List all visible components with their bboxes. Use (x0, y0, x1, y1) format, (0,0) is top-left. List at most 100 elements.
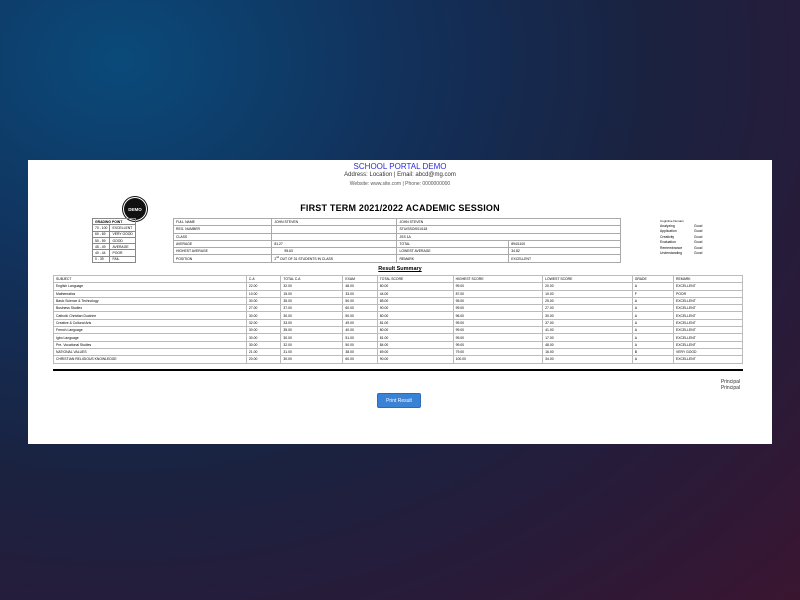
table-row: Basic Science & Technology 30.00 35.00 50.0… (53, 296, 743, 306)
cell-highest-score: 99.00 (452, 304, 544, 313)
cell-highest-score: 79.00 (452, 347, 544, 357)
class-empty (271, 232, 398, 241)
grading-row: 0 - 39 FAIL (91, 255, 136, 264)
principal-signature: Principal Principal (721, 379, 740, 391)
cell-lowest-score: 16.00 (542, 347, 633, 357)
cell-lowest-score: 20.00 (542, 282, 633, 291)
col-lowest-score: LOWEST SCORE (542, 274, 633, 284)
remark-label: REMARK (396, 254, 510, 263)
cell-total-ca: 32.00 (280, 340, 344, 349)
results-header-row: SUBJECT C.A TOTAL C.A EXAM TOTAL SCORE H… (53, 274, 743, 284)
cognitive-table: Cognitive Domain Analyzing Good Applicati… (658, 218, 708, 256)
total-value: 894/1100 (508, 239, 621, 249)
cell-total-ca: 35.00 (280, 296, 344, 306)
highest-average-value: 95.63 (271, 247, 398, 256)
cell-lowest-score: 34.00 (542, 355, 633, 364)
cell-total-ca: 15.00 (280, 289, 344, 298)
table-row: Mathematics 10.00 15.00 33.00 44.00 87.00 10.0… (53, 289, 743, 298)
col-exam: EXAM (342, 274, 378, 284)
lowest-average-label: LOWEST AVERAGE (396, 247, 510, 256)
cell-subject: Mathematics (53, 289, 247, 298)
position-suffix: nd (276, 256, 279, 260)
results-divider (53, 369, 743, 371)
cell-total-ca: 33.00 (280, 318, 344, 328)
cell-total-ca: 32.00 (280, 282, 344, 291)
cell-lowest-score: 30.00 (542, 311, 633, 320)
position-text: OUT OF 31 STUDENTS IN CLASS (279, 257, 334, 262)
cell-total-ca: 31.00 (280, 347, 344, 357)
cell-ca: 30.00 (245, 333, 282, 342)
cell-total-score: 84.00 (376, 340, 454, 349)
cell-total-score: 44.00 (376, 289, 454, 298)
cell-lowest-score: 37.00 (542, 318, 633, 328)
cell-exam: 38.00 (342, 347, 378, 357)
result-summary-title: Result Summary (378, 266, 422, 272)
cell-subject: CHRISTIAN RELIGIOUS KNOWLEDGE (53, 355, 247, 364)
reg-value: STU/SSO/001/118 (396, 225, 621, 234)
cell-total-score: 81.00 (376, 333, 454, 342)
cell-grade: A (631, 318, 675, 328)
cell-subject: Pre- Vocational Studies (53, 340, 247, 349)
cell-total-ca: 30.00 (280, 355, 344, 364)
position-label: POSITION (172, 254, 273, 263)
cell-grade: F (631, 289, 675, 298)
cell-highest-score: 99.00 (452, 318, 544, 328)
print-result-button[interactable]: Print Result (377, 393, 421, 408)
cell-remark: EXCELLENT (673, 333, 743, 342)
cell-grade: A (631, 282, 675, 291)
grading-range: 0 - 39 (91, 255, 111, 264)
grading-table: GRADING POINT 70 - 100 EXCELLENT 60 - 69 V… (91, 217, 136, 264)
full-name-value-2: JOHN STEVEN (396, 217, 621, 227)
table-row: French Language 30.00 35.00 40.00 80.00 99.00… (53, 326, 743, 335)
cell-lowest-score: 48.00 (542, 340, 633, 349)
cell-subject: Basic Science & Technology (53, 296, 247, 306)
cell-exam: 33.00 (342, 289, 378, 298)
cell-exam: 60.00 (342, 355, 378, 364)
cell-exam: 50.00 (342, 311, 378, 320)
cell-grade: A (631, 304, 675, 313)
cell-highest-score: 100.00 (452, 355, 544, 364)
cognitive-skill: Understanding (660, 251, 683, 256)
cell-highest-score: 99.00 (452, 326, 544, 335)
cell-total-ca: 37.00 (280, 304, 344, 313)
cell-total-score: 85.00 (376, 296, 454, 306)
cell-ca: 10.00 (245, 289, 282, 298)
class-label: CLASS (172, 232, 273, 241)
col-ca: C.A (245, 274, 282, 284)
table-row: NATIONAL VALUES 21.00 31.00 38.00 69.00 79.00… (53, 347, 743, 357)
cognitive-row: Understanding Good (658, 250, 708, 255)
principal-label-2: Principal (720, 385, 740, 391)
cognitive-rating: Good (694, 251, 703, 256)
cell-remark: EXCELLENT (673, 318, 743, 328)
cell-remark: EXCELLENT (673, 296, 743, 306)
full-name-label: FULL NAME (172, 217, 273, 227)
col-total-score: TOTAL SCORE (376, 274, 454, 284)
cell-grade: A (631, 296, 675, 306)
cell-total-ca: 35.00 (280, 326, 344, 335)
grading-label: FAIL (109, 255, 136, 264)
cell-total-score: 90.00 (376, 355, 454, 364)
highest-average-label: HIGHEST AVERAGE (172, 247, 273, 256)
table-row: Business Studies 27.00 37.00 60.00 90.00 99.0… (53, 304, 743, 313)
cell-exam: 51.00 (342, 333, 378, 342)
cell-ca: 30.00 (245, 340, 282, 349)
col-subject: SUBJECT (53, 274, 247, 284)
cell-ca: 20.00 (245, 355, 282, 364)
cell-subject: Igbo Language (53, 333, 247, 342)
cell-lowest-score: 17.00 (542, 333, 633, 342)
col-grade: GRADE (631, 274, 675, 284)
cell-ca: 30.00 (245, 326, 282, 335)
cell-grade: B (631, 347, 675, 357)
cell-subject: Creative & Cultural Arts (53, 318, 247, 328)
cell-remark: EXCELLENT (673, 311, 743, 320)
col-highest-score: HIGHEST SCORE (452, 274, 544, 284)
col-remark: REMARK (673, 274, 743, 284)
reg-label: REG. NUMBER (172, 225, 273, 234)
results-table: SUBJECT C.A TOTAL C.A EXAM TOTAL SCORE H… (53, 274, 743, 364)
cell-exam: 50.00 (342, 296, 378, 306)
cell-lowest-score: 27.00 (542, 304, 633, 313)
student-info-table: FULL NAME JOHN STEVEN JOHN STEVEN REG. N… (172, 217, 621, 263)
cell-remark: EXCELLENT (673, 326, 743, 335)
cell-remark: EXCELLENT (673, 340, 743, 349)
cell-highest-score: 99.00 (452, 340, 544, 349)
